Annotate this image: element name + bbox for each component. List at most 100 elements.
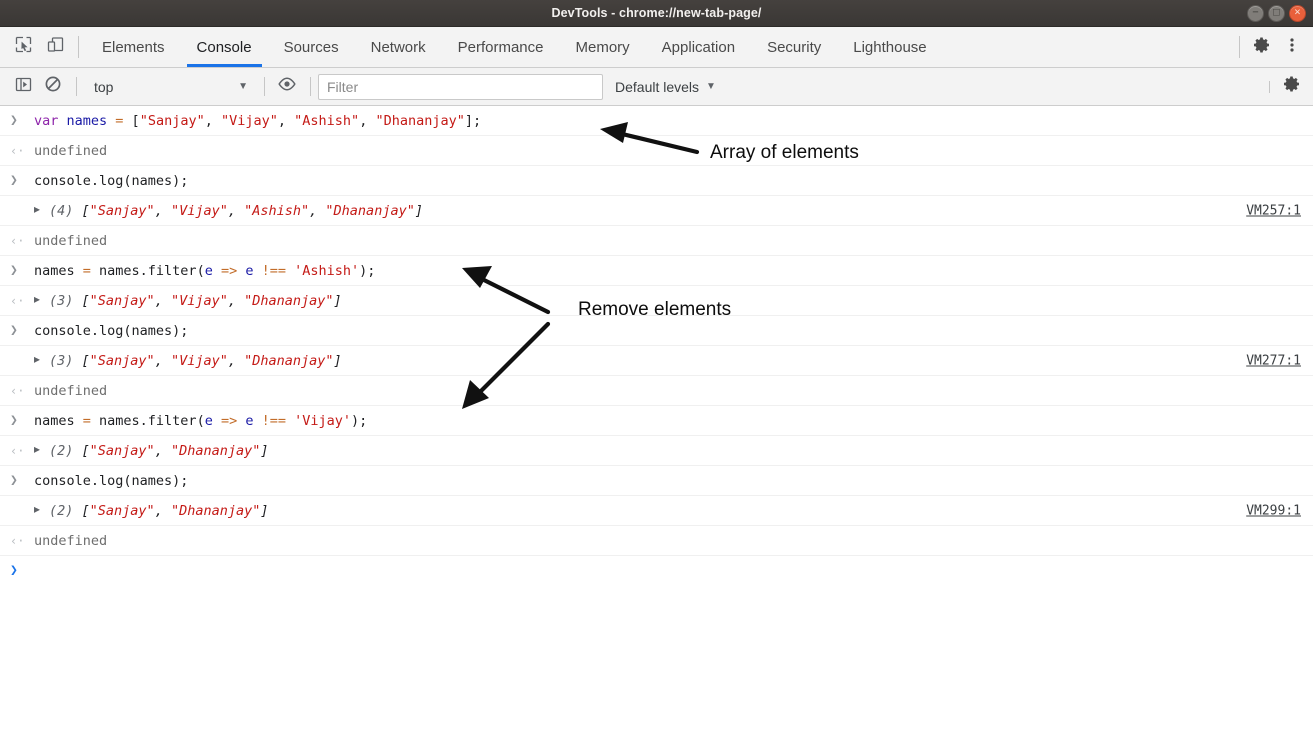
- filter-input[interactable]: [318, 73, 603, 100]
- console-row-gutter-icon: ❯: [10, 563, 18, 578]
- console-row-gutter-icon: ‹·: [10, 533, 25, 548]
- close-button[interactable]: ×: [1289, 5, 1306, 22]
- code-token: ,: [204, 112, 221, 129]
- expand-triangle-icon[interactable]: ▶: [34, 205, 47, 216]
- console-row-content[interactable]: ▶ (2) ["Sanjay", "Dhananjay"]: [34, 443, 269, 459]
- console-toolbar-divider-4: [1269, 80, 1270, 93]
- code-token: undefined: [34, 532, 108, 549]
- code-token: "Ashish": [294, 112, 360, 129]
- console-settings-button[interactable]: [1277, 72, 1307, 102]
- console-toolbar: top ▼ Default levels ▼: [0, 68, 1313, 106]
- maximize-button[interactable]: □: [1268, 5, 1285, 22]
- code-token: "Ashish": [244, 202, 310, 219]
- console-row-content: console.log(names);: [34, 323, 188, 339]
- code-token: =>: [212, 412, 246, 429]
- code-token: undefined: [34, 232, 108, 249]
- source-location-link[interactable]: VM277:1: [1246, 353, 1301, 368]
- tab-elements-label: Elements: [102, 38, 165, 56]
- expand-triangle-icon[interactable]: ▶: [34, 445, 47, 456]
- code-token: names.filter(: [99, 262, 205, 279]
- console-row-input: ❯ console.log(names);: [0, 466, 1313, 496]
- devtools-more-button[interactable]: [1277, 32, 1307, 62]
- execution-context-select[interactable]: top ▼: [84, 74, 256, 100]
- console-row-gutter-icon: ‹·: [10, 293, 25, 308]
- code-token: e: [204, 412, 213, 429]
- code-token: ,: [154, 442, 171, 459]
- tab-elements[interactable]: Elements: [86, 27, 181, 67]
- code-token: ,: [227, 352, 245, 369]
- code-token: ,: [359, 112, 376, 129]
- console-row-result: ▶ (4) ["Sanjay", "Vijay", "Ashish", "Dhan…: [0, 196, 1313, 226]
- minimize-icon: −: [1252, 6, 1259, 19]
- code-token: e: [204, 262, 213, 279]
- code-token: "Dhananjay": [375, 112, 465, 129]
- tab-application-label: Application: [661, 38, 736, 56]
- array-length-badge: (4): [49, 202, 74, 219]
- expand-triangle-icon[interactable]: ▶: [34, 295, 47, 306]
- console-row-content[interactable]: ▶ (2) ["Sanjay", "Dhananjay"]: [34, 503, 269, 519]
- tabbar-actions: [1231, 27, 1313, 67]
- live-expression-button[interactable]: [272, 72, 302, 102]
- console-row-input: ❯ console.log(names);: [0, 316, 1313, 346]
- code-token: ,: [227, 292, 245, 309]
- tab-performance[interactable]: Performance: [442, 27, 560, 67]
- log-levels-select[interactable]: Default levels ▼: [615, 79, 716, 95]
- code-token: undefined: [34, 382, 108, 399]
- console-row-gutter-icon: ❯: [10, 473, 18, 488]
- code-token: "Vijay": [170, 352, 228, 369]
- console-row-output: ‹· undefined: [0, 376, 1313, 406]
- code-token: names: [66, 112, 108, 129]
- device-toolbar-button[interactable]: [40, 32, 70, 62]
- minimize-button[interactable]: −: [1247, 5, 1264, 22]
- expand-triangle-icon[interactable]: ▶: [34, 505, 47, 516]
- console-row-content: console.log(names);: [34, 473, 188, 489]
- console-row-input: ❯ console.log(names);: [0, 166, 1313, 196]
- console-toolbar-divider-1: [76, 77, 77, 96]
- tab-console[interactable]: Console: [181, 27, 268, 67]
- code-token: 'Ashish': [294, 262, 360, 279]
- code-token: ]: [260, 502, 269, 519]
- console-toolbar-divider-3: [310, 77, 311, 96]
- tab-memory[interactable]: Memory: [560, 27, 646, 67]
- code-token: names.filter(: [99, 412, 205, 429]
- code-token: =: [74, 262, 100, 279]
- code-token: ,: [154, 352, 171, 369]
- devtools-settings-button[interactable]: [1247, 32, 1277, 62]
- code-token: );: [359, 262, 376, 279]
- inspect-element-button[interactable]: [8, 32, 38, 62]
- code-token: 'Vijay': [294, 412, 352, 429]
- console-row-prompt[interactable]: ❯: [0, 556, 1313, 586]
- console-row-content[interactable]: ▶ (3) ["Sanjay", "Vijay", "Dhananjay"]: [34, 353, 342, 369]
- clear-console-button[interactable]: [38, 72, 68, 102]
- console-toolbar-actions: [1261, 72, 1307, 102]
- code-token: "Dhananjay": [244, 292, 334, 309]
- tab-application[interactable]: Application: [646, 27, 751, 67]
- code-token: "Sanjay": [89, 292, 155, 309]
- code-token: e: [245, 262, 254, 279]
- code-token: "Vijay": [220, 112, 278, 129]
- inspect-element-icon: [15, 36, 32, 58]
- source-location-link[interactable]: VM257:1: [1246, 203, 1301, 218]
- code-token: var: [34, 112, 67, 129]
- tab-sources[interactable]: Sources: [268, 27, 355, 67]
- code-token: ,: [154, 292, 171, 309]
- console-row-input: ❯ names = names.filter(e => e !== 'Ashish…: [0, 256, 1313, 286]
- code-token: !==: [253, 262, 295, 279]
- source-location-link[interactable]: VM299:1: [1246, 503, 1301, 518]
- console-row-gutter-icon: ❯: [10, 173, 18, 188]
- code-token: ]: [333, 352, 342, 369]
- array-length-badge: (2): [49, 442, 74, 459]
- console-row-content[interactable]: ▶ (4) ["Sanjay", "Vijay", "Ashish", "Dhan…: [34, 203, 423, 219]
- console-row-gutter-icon: ‹·: [10, 143, 25, 158]
- console-sidebar-button[interactable]: [8, 72, 38, 102]
- console-row-content: undefined: [34, 533, 107, 549]
- expand-triangle-icon[interactable]: ▶: [34, 355, 47, 366]
- console-message-list[interactable]: ❯ var names = ["Sanjay", "Vijay", "Ashish…: [0, 106, 1313, 741]
- tab-network[interactable]: Network: [355, 27, 442, 67]
- tab-lighthouse[interactable]: Lighthouse: [837, 27, 942, 67]
- console-row-result: ▶ (2) ["Sanjay", "Dhananjay"] VM299:1: [0, 496, 1313, 526]
- tab-lighthouse-label: Lighthouse: [853, 38, 927, 56]
- console-row-content[interactable]: ▶ (3) ["Sanjay", "Vijay", "Dhananjay"]: [34, 293, 342, 309]
- tab-security[interactable]: Security: [751, 27, 837, 67]
- chevron-down-icon: ▼: [706, 81, 716, 92]
